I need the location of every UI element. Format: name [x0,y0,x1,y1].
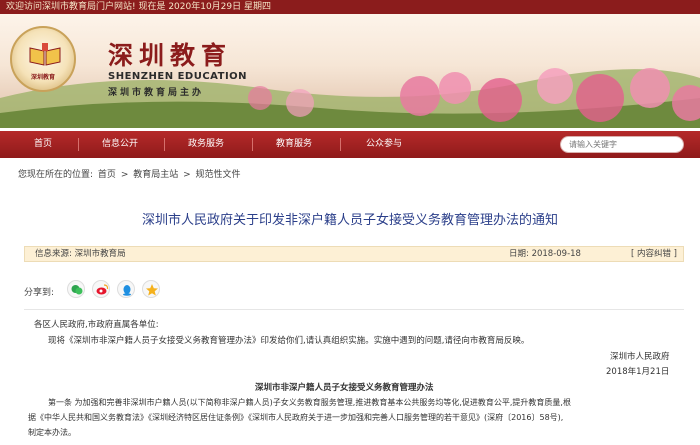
qzone-icon[interactable] [142,280,160,298]
breadcrumb-separator: > [120,170,129,180]
breadcrumb-separator: > [183,170,191,180]
weibo-icon[interactable] [92,280,110,298]
article-info-bar: 信息来源: 深圳市教育局 日期: 2018-09-18 [ 内容纠错 ] [24,246,684,262]
article-1-line-1: 第一条 为加强和完善非深圳市户籍人员(以下简称非深户籍人员)子女义务教育服务管理… [48,398,571,407]
landscape-illustration [0,68,700,128]
main-nav: 首页 信息公开 政务服务 教育服务 公众参与 请输入关键字 [0,131,700,158]
welcome-bar: 欢迎访问深圳市教育局门户网站! 现在是 2020年10月29日 星期四 [0,0,700,14]
site-banner: 深圳教育 深圳教育 SHENZHEN EDUCATION 深圳市教育局主办 [0,14,700,128]
breadcrumb-main-site[interactable]: 教育局主站 [133,170,178,180]
site-logo[interactable]: 深圳教育 [10,26,76,92]
nav-divider [252,138,253,151]
share-label: 分享到: [24,288,55,298]
qq-icon[interactable] [117,280,135,298]
sign-date: 2018年1月21日 [606,367,670,377]
wechat-icon[interactable] [67,280,85,298]
logo-text: 深圳教育 [30,74,55,81]
nav-divider [340,138,341,151]
document-title: 深圳市非深户籍人员子女接受义务教育管理办法 [255,383,434,393]
info-date: 日期: 2018-09-18 [509,249,581,259]
article-1-line-3: 制定本办法。 [28,428,76,437]
breadcrumb-home[interactable]: 首页 [98,170,116,180]
content-divider [24,309,684,310]
nav-divider [164,138,165,151]
book-icon [29,43,61,66]
breadcrumb-prefix: 您现在所在的位置: [18,170,94,180]
site-title-english: SHENZHEN EDUCATION [108,71,248,82]
nav-item-home[interactable]: 首页 [34,131,52,158]
article-title: 深圳市人民政府关于印发非深户籍人员子女接受义务教育管理办法的通知 [141,213,558,228]
nav-divider [78,138,79,151]
search-input[interactable]: 请输入关键字 [560,136,684,153]
nav-item-public-participation[interactable]: 公众参与 [366,131,402,158]
site-subtitle: 深圳市教育局主办 [108,88,205,98]
content-correction-link[interactable]: [ 内容纠错 ] [631,247,677,261]
nav-item-info-disclosure[interactable]: 信息公开 [102,131,138,158]
nav-item-education-services[interactable]: 教育服务 [276,131,312,158]
article-1-line-2: 据《中华人民共和国义务教育法》《深圳经济特区居住证条例》《深圳市人民政府关于进一… [28,413,564,422]
intro-paragraph: 现将《深圳市非深户籍人员子女接受义务教育管理办法》印发给你们,请认真组织实施。实… [48,336,530,346]
breadcrumb-normative-documents[interactable]: 规范性文件 [196,170,241,180]
site-title: 深圳教育 [108,41,233,70]
nav-item-government-services[interactable]: 政务服务 [188,131,224,158]
signer: 深圳市人民政府 [610,352,670,362]
salutation: 各区人民政府,市政府直属各单位: [34,320,159,330]
info-source: 信息来源: 深圳市教育局 [35,249,126,259]
breadcrumb: 您现在所在的位置: 首页 > 教育局主站 > 规范性文件 [18,167,243,180]
